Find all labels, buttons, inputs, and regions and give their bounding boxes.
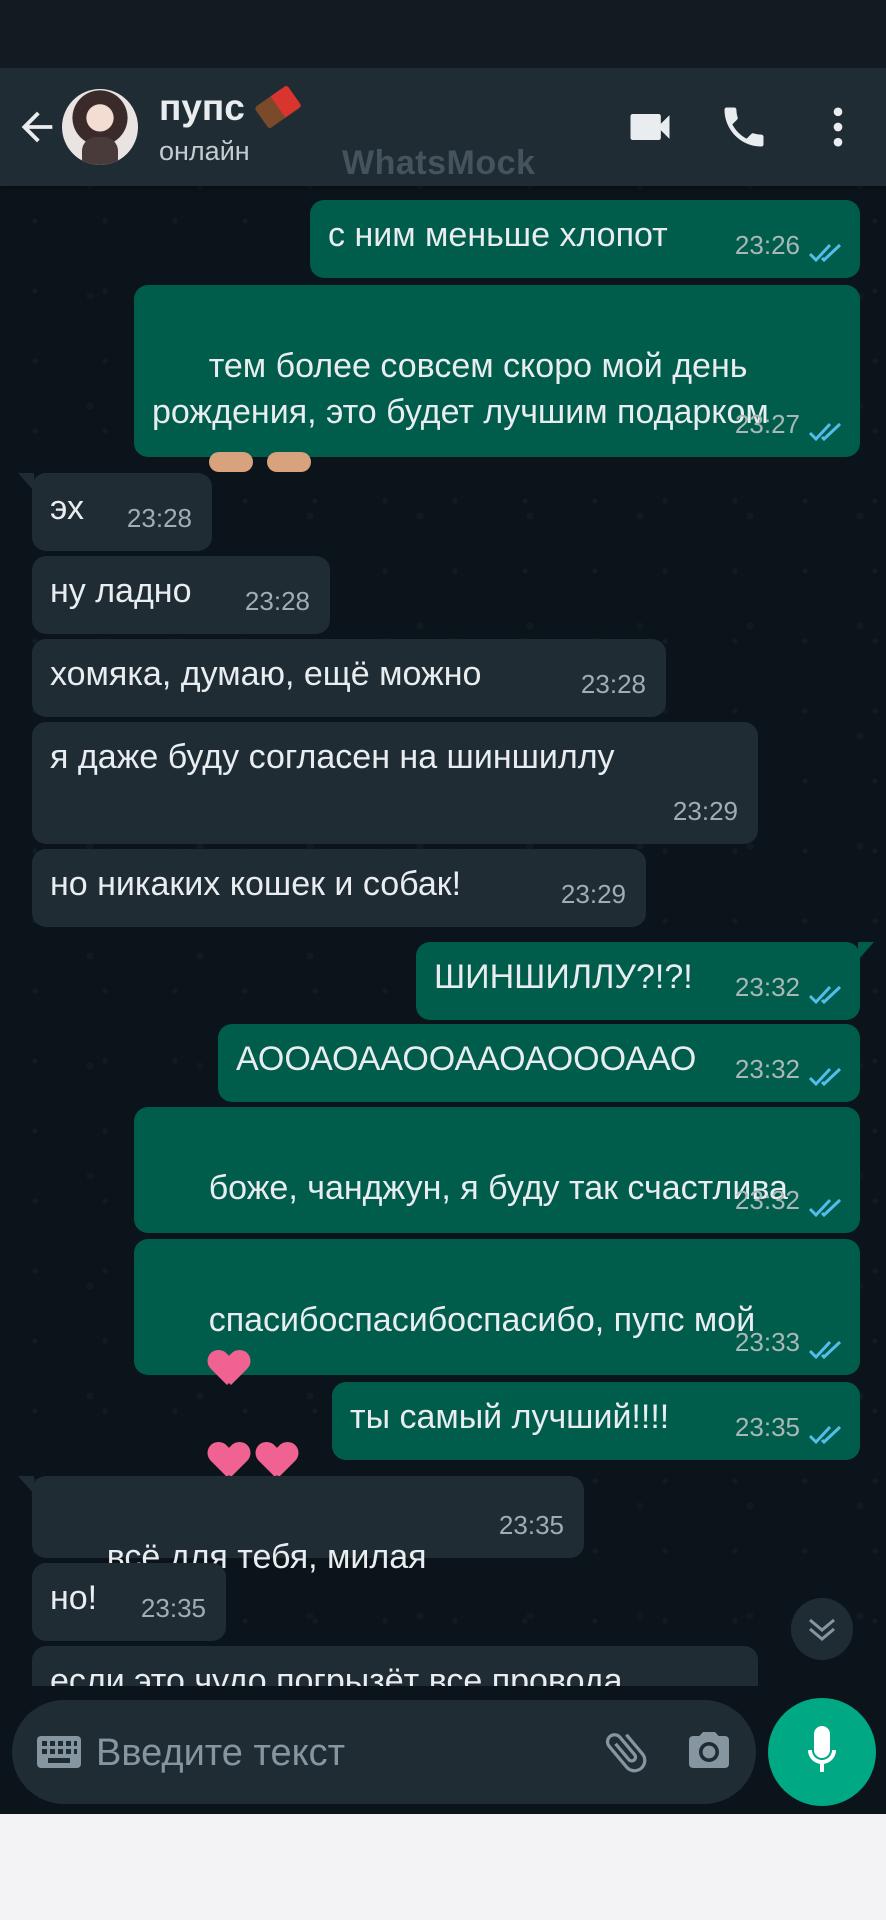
contact-name[interactable]: пупс — [159, 87, 245, 129]
message-time: 23:28 — [244, 586, 310, 616]
mic-button[interactable] — [768, 1698, 876, 1806]
read-ticks-icon — [808, 243, 842, 263]
message-bubble[interactable]: но никаких кошек и собак! 23:29 — [32, 849, 646, 927]
message-bubble[interactable]: ШИНШИЛЛУ?!?! 23:32 — [416, 942, 874, 1020]
message-time: 23:26 — [734, 230, 800, 260]
message-time: 23:28 — [126, 503, 192, 533]
chocolate-emoji — [254, 84, 302, 130]
read-ticks-icon — [808, 1198, 842, 1218]
scroll-down-button[interactable] — [791, 1598, 853, 1660]
message-bubble[interactable]: спасибоспасибоспасибо, пупс мой 23:33 — [134, 1239, 860, 1375]
message-bubble[interactable]: всё для тебя, милая 23:35 — [18, 1476, 584, 1629]
message-text: боже, чанджун, я буду так счастлива — [208, 1169, 788, 1207]
message-bubble[interactable]: АООАОААООААОАОООААО 23:32 — [218, 1024, 860, 1102]
avatar[interactable] — [62, 89, 138, 165]
message-bubble[interactable]: эх 23:28 — [18, 473, 212, 551]
message-bubble[interactable]: ты самый лучший!!!! 23:35 — [332, 1382, 860, 1460]
message-bubble[interactable]: боже, чанджун, я буду так счастлива 23:3… — [134, 1107, 860, 1304]
message-input[interactable] — [94, 1726, 598, 1780]
read-ticks-icon — [808, 1425, 842, 1445]
message-text: но никаких кошек и собак! — [50, 865, 462, 903]
chat-area[interactable]: с ним меньше хлопот 23:26 тем более совс… — [0, 186, 886, 1686]
message-time: 23:32 — [734, 1054, 800, 1084]
pointing-hands-emoji — [208, 440, 313, 480]
back-arrow-icon[interactable] — [14, 104, 60, 150]
message-time: 23:35 — [734, 1412, 800, 1442]
message-time: 23:35 — [498, 1510, 564, 1540]
mic-icon — [808, 1726, 836, 1772]
message-time: 23:27 — [734, 409, 800, 439]
system-nav-bar — [0, 1814, 886, 1920]
message-text: если это чудо погрызёт все провода — [50, 1662, 623, 1686]
message-time: 23:29 — [672, 796, 738, 826]
watermark: WhatsMock — [342, 144, 536, 182]
message-bubble[interactable]: ну ладно 23:28 — [32, 556, 330, 634]
message-text: хомяка, думаю, ещё можно — [50, 655, 482, 693]
more-options-icon[interactable] — [812, 101, 864, 153]
heart-emoji — [209, 1441, 249, 1479]
read-ticks-icon — [808, 422, 842, 442]
message-time: 23:35 — [140, 1593, 206, 1623]
message-bubble[interactable]: тем более совсем скоро мой день рождения… — [134, 285, 860, 473]
keyboard-icon[interactable] — [36, 1732, 82, 1772]
status-bar — [0, 0, 886, 68]
message-bubble[interactable]: я даже буду согласен на шиншиллу 23:29 — [32, 722, 758, 844]
paperclip-icon[interactable] — [600, 1726, 652, 1778]
heart-emoji — [209, 1349, 249, 1387]
read-ticks-icon — [808, 1067, 842, 1087]
video-call-icon[interactable] — [624, 101, 676, 153]
contact-status: онлайн — [159, 136, 250, 166]
message-input-bar — [12, 1700, 756, 1804]
message-bubble[interactable]: если это чудо погрызёт все провода — [32, 1646, 758, 1686]
message-time: 23:28 — [580, 669, 646, 699]
message-time: 23:33 — [734, 1327, 800, 1357]
read-ticks-icon — [808, 1340, 842, 1360]
message-time: 23:29 — [560, 879, 626, 909]
message-bubble[interactable]: хомяка, думаю, ещё можно 23:28 — [32, 639, 666, 717]
chat-header: пупс онлайн WhatsMock — [0, 68, 886, 186]
heart-emoji — [257, 1441, 297, 1479]
message-text: я даже буду согласен на шиншиллу — [50, 738, 615, 776]
message-text: тем более совсем скоро мой день рождения… — [152, 347, 769, 431]
read-ticks-icon — [808, 985, 842, 1005]
message-time: 23:32 — [734, 1185, 800, 1215]
message-time: 23:32 — [734, 972, 800, 1002]
phone-icon[interactable] — [718, 101, 770, 153]
camera-icon[interactable] — [684, 1728, 734, 1776]
message-text: спасибоспасибоспасибо, пупс мой — [208, 1301, 756, 1339]
message-bubble[interactable]: с ним меньше хлопот 23:26 — [310, 200, 860, 278]
message-bubble[interactable]: но! 23:35 — [32, 1563, 226, 1641]
